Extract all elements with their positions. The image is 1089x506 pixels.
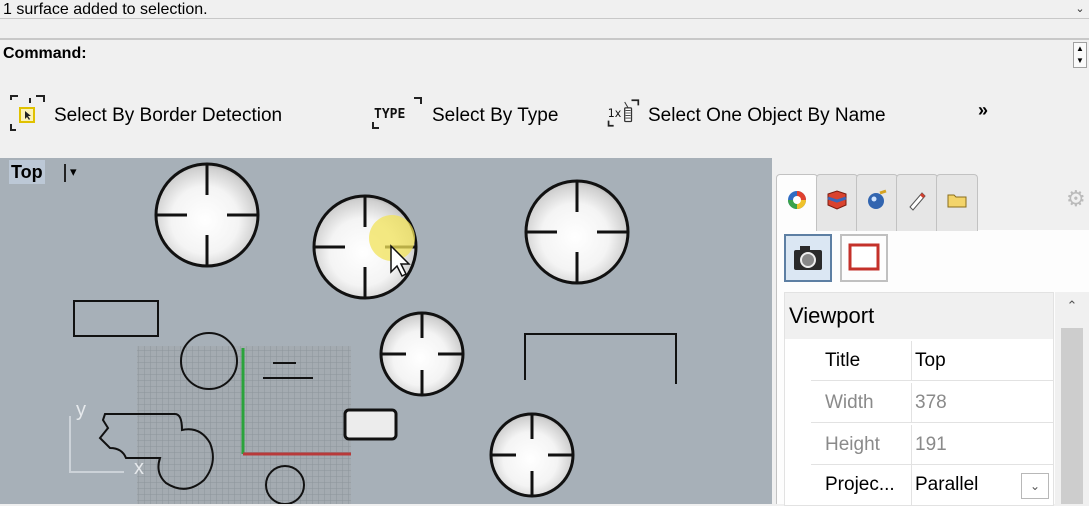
name-icon-text: 1x	[608, 107, 622, 120]
gear-icon[interactable]: ⚙	[1066, 186, 1089, 216]
viewport-title-divider	[64, 164, 66, 182]
property-label: Width	[825, 392, 874, 413]
tab-layers[interactable]	[816, 174, 858, 231]
tab-display-color[interactable]	[776, 174, 818, 231]
camera-icon	[794, 246, 822, 270]
property-label: Projec...	[825, 474, 895, 495]
chevron-down-icon[interactable]: ⌄	[1021, 473, 1049, 499]
type-icon: TYPE	[370, 96, 424, 136]
display-color-icon	[788, 191, 806, 209]
command-history-text: 1 surface added to selection.	[3, 1, 208, 18]
select-by-type-label: Select By Type	[432, 105, 559, 126]
folder-icon	[947, 194, 967, 208]
tab-render[interactable]	[856, 174, 898, 231]
tab-pencil[interactable]	[896, 174, 938, 231]
select-by-type-button[interactable]: TYPE Select By Type	[370, 97, 559, 130]
type-icon-text: TYPE	[374, 107, 405, 122]
property-row-height: Height 191	[785, 425, 1053, 465]
top-viewport[interactable]: y x	[0, 158, 772, 504]
render-icon	[868, 189, 887, 209]
command-scroll-spinner[interactable]: ▲ ▼	[1073, 42, 1087, 68]
sphere-object[interactable]	[312, 194, 418, 300]
tab-folder[interactable]	[936, 174, 978, 231]
select-one-object-by-name-button[interactable]: 1x Select One Object By Name	[606, 99, 886, 130]
name-tag-icon: 1x	[606, 96, 640, 136]
viewport-dropdown-icon[interactable]: ▾	[70, 160, 90, 184]
property-value: 191	[915, 434, 947, 455]
property-value[interactable]: Top	[915, 341, 946, 381]
command-label: Command:	[3, 45, 87, 62]
layers-icon	[827, 190, 847, 210]
property-row-projection[interactable]: Projec... Parallel ⌄	[785, 465, 1053, 505]
scroll-thumb[interactable]	[1061, 328, 1083, 504]
viewport-title[interactable]: Top	[9, 160, 45, 184]
viewport-properties: Viewport Title Top Width 378 Height 191 …	[784, 292, 1054, 506]
panel-tabs	[776, 174, 1089, 231]
history-expand-button[interactable]: ⌄	[1073, 0, 1087, 18]
sphere-object[interactable]	[154, 162, 260, 268]
frame-button[interactable]	[840, 234, 888, 282]
sphere-object[interactable]	[489, 412, 575, 498]
property-value: 378	[915, 392, 947, 413]
sphere-object[interactable]	[524, 179, 630, 285]
select-by-border-detection-label: Select By Border Detection	[54, 105, 283, 126]
border-detection-icon	[8, 94, 46, 138]
select-by-border-detection-button[interactable]: Select By Border Detection	[8, 95, 283, 131]
camera-button[interactable]	[784, 234, 832, 282]
property-label: Title	[825, 350, 861, 371]
polyline-curve[interactable]	[524, 333, 677, 384]
property-row-title[interactable]: Title Top	[785, 341, 1053, 381]
axis-widget	[69, 416, 124, 473]
property-value[interactable]: Parallel	[915, 465, 978, 505]
rectangle-curve[interactable]	[73, 300, 159, 337]
selected-rectangle[interactable]	[343, 408, 398, 441]
property-row-width: Width 378	[785, 383, 1053, 423]
command-line[interactable]	[0, 40, 1089, 72]
selection-toolbar: Select By Border Detection TYPE Select B…	[0, 86, 1089, 150]
pencil-icon	[909, 192, 926, 211]
toolbar-overflow-button[interactable]: »	[978, 100, 988, 121]
axis-y-label: y	[76, 399, 86, 421]
command-history: 1 surface added to selection. ⌄	[0, 0, 1089, 19]
scroll-up-icon[interactable]: ⌃	[1055, 298, 1089, 318]
axis-x-label: x	[134, 457, 144, 479]
section-title: Viewport	[785, 293, 1053, 339]
viewport-canvas: y x	[69, 162, 677, 504]
sphere-object[interactable]	[379, 311, 465, 397]
panel-scrollbar[interactable]: ⌃	[1055, 292, 1089, 504]
property-label: Height	[825, 434, 880, 455]
select-one-object-by-name-label: Select One Object By Name	[648, 105, 886, 126]
frame-icon	[848, 243, 880, 271]
